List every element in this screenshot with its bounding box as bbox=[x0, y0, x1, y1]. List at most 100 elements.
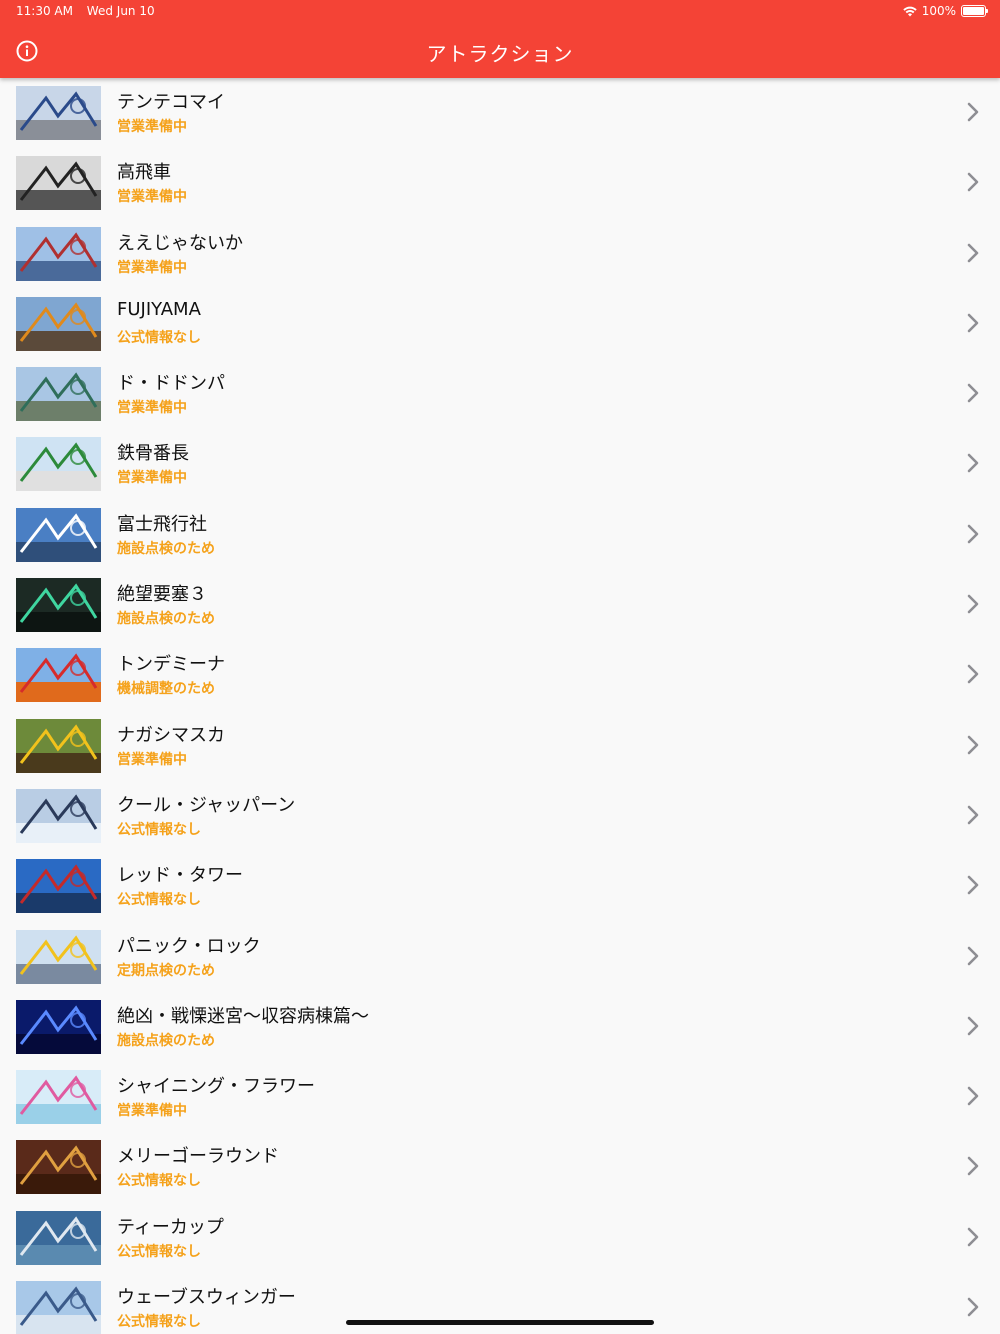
chevron-right-icon bbox=[966, 1015, 980, 1037]
chevron-right-icon bbox=[966, 523, 980, 545]
app-root: 11:30 AM Wed Jun 10 100% アトラクション テンテコマイ営… bbox=[0, 0, 1000, 1334]
attraction-name: トンデミーナ bbox=[117, 654, 225, 676]
chevron-right-icon bbox=[966, 945, 980, 967]
chevron-right-icon bbox=[966, 242, 980, 264]
attraction-thumbnail bbox=[16, 367, 101, 422]
attraction-name: ナガシマスカ bbox=[117, 724, 225, 746]
list-item[interactable]: レッド・タワー公式情報なし bbox=[0, 851, 1000, 921]
chevron-right-icon bbox=[966, 382, 980, 404]
list-item[interactable]: ええじゃないか営業準備中 bbox=[0, 219, 1000, 289]
list-item[interactable]: パニック・ロック定期点検のため bbox=[0, 922, 1000, 992]
list-item[interactable]: メリーゴーラウンド公式情報なし bbox=[0, 1132, 1000, 1202]
attraction-thumbnail bbox=[16, 507, 101, 562]
attraction-status: 定期点検のため bbox=[117, 962, 215, 979]
list-item[interactable]: FUJIYAMA 公式情報なし bbox=[0, 289, 1000, 359]
attraction-thumbnail bbox=[16, 788, 101, 843]
attraction-thumbnail bbox=[16, 718, 101, 773]
attraction-status: 公式情報なし bbox=[117, 892, 201, 909]
attraction-name: 富士飛行社 bbox=[117, 513, 207, 535]
chevron-right-icon bbox=[966, 804, 980, 826]
attraction-thumbnail bbox=[16, 1210, 101, 1265]
list-item[interactable]: 鉄骨番長 営業準備中 bbox=[0, 429, 1000, 499]
attraction-thumbnail bbox=[16, 859, 101, 914]
attraction-thumbnail bbox=[16, 1140, 101, 1195]
navigation-bar: 11:30 AM Wed Jun 10 100% アトラクション bbox=[0, 0, 1000, 78]
attraction-thumbnail bbox=[16, 86, 101, 140]
attraction-status: 公式情報なし bbox=[117, 329, 201, 346]
attraction-name: ウェーブスウィンガー bbox=[117, 1287, 296, 1309]
status-date: Wed Jun 10 bbox=[86, 4, 155, 18]
attraction-name: パニック・ロック bbox=[117, 935, 261, 957]
attraction-thumbnail bbox=[16, 226, 101, 281]
wifi-icon bbox=[902, 6, 917, 16]
battery-percent: 100% bbox=[921, 4, 956, 18]
attraction-thumbnail bbox=[16, 1281, 101, 1334]
attraction-name: ティーカップ bbox=[117, 1216, 224, 1238]
attraction-name: レッド・タワー bbox=[117, 865, 243, 887]
list-item[interactable]: シャイニング・フラワー営業準備中 bbox=[0, 1062, 1000, 1132]
attraction-status: 営業準備中 bbox=[117, 751, 187, 768]
list-item[interactable]: ナガシマスカ営業準備中 bbox=[0, 711, 1000, 781]
attraction-thumbnail bbox=[16, 296, 101, 351]
home-indicator bbox=[346, 1320, 654, 1325]
attraction-thumbnail bbox=[16, 929, 101, 984]
attraction-thumbnail bbox=[16, 999, 101, 1054]
list-item[interactable]: テンテコマイ営業準備中 bbox=[0, 78, 1000, 148]
attraction-status: 施設点検のため bbox=[117, 611, 215, 628]
attraction-list: テンテコマイ 営業準備中 高飛車 営業準備中 ええじゃないか 営業準備中 FUJIYAMA 公… bbox=[0, 78, 1000, 1334]
status-bar-left: 11:30 AM Wed Jun 10 bbox=[16, 4, 165, 18]
list-item[interactable]: 絶凶・戦慄迷宮〜収容病棟篇〜施設点検のため bbox=[0, 992, 1000, 1062]
chevron-right-icon bbox=[966, 312, 980, 334]
attraction-name: 鉄骨番長 bbox=[117, 443, 189, 465]
attraction-thumbnail bbox=[16, 578, 101, 633]
list-item[interactable]: ド・ドドンパ 営業準備中 bbox=[0, 359, 1000, 429]
attraction-name: 絶凶・戦慄迷宮〜収容病棟篇〜 bbox=[117, 1005, 369, 1027]
attraction-status: 営業準備中 bbox=[117, 470, 187, 487]
attraction-thumbnail bbox=[16, 437, 101, 492]
list-item[interactable]: 絶望要塞３ 施設点検のため bbox=[0, 570, 1000, 640]
attraction-status: 公式情報なし bbox=[117, 821, 201, 838]
chevron-right-icon bbox=[966, 734, 980, 756]
status-time: 11:30 AM bbox=[16, 4, 73, 18]
attraction-thumbnail bbox=[16, 1070, 101, 1125]
list-item[interactable]: 高飛車 営業準備中 bbox=[0, 148, 1000, 218]
attraction-name: 高飛車 bbox=[117, 162, 171, 184]
attraction-name: メリーゴーラウンド bbox=[117, 1146, 279, 1168]
chevron-right-icon bbox=[966, 101, 980, 123]
attraction-status: 機械調整のため bbox=[117, 681, 215, 698]
chevron-right-icon bbox=[966, 663, 980, 685]
attraction-status: 営業準備中 bbox=[117, 1103, 187, 1120]
chevron-right-icon bbox=[966, 1296, 980, 1318]
list-item[interactable]: トンデミーナ機械調整のため bbox=[0, 640, 1000, 710]
attraction-status: 営業準備中 bbox=[117, 400, 187, 417]
attraction-status: 公式情報なし bbox=[117, 1243, 201, 1260]
attraction-status: 営業準備中 bbox=[117, 119, 187, 135]
attraction-thumbnail bbox=[16, 648, 101, 703]
attraction-name: クール・ジャッパーン bbox=[117, 794, 296, 816]
attraction-name: テンテコマイ bbox=[117, 92, 225, 113]
list-item[interactable]: ティーカップ公式情報なし bbox=[0, 1203, 1000, 1273]
chevron-right-icon bbox=[966, 171, 980, 193]
status-bar-right: 100% bbox=[902, 4, 988, 18]
attraction-name: シャイニング・フラワー bbox=[117, 1076, 315, 1098]
attraction-status: 営業準備中 bbox=[117, 259, 187, 276]
attraction-name: FUJIYAMA bbox=[117, 298, 201, 320]
chevron-right-icon bbox=[966, 874, 980, 896]
chevron-right-icon bbox=[966, 452, 980, 474]
list-item[interactable]: クール・ジャッパーン公式情報なし bbox=[0, 781, 1000, 851]
chevron-right-icon bbox=[966, 1226, 980, 1248]
attraction-name: 絶望要塞３ bbox=[117, 584, 207, 606]
chevron-right-icon bbox=[966, 1155, 980, 1177]
attraction-status: 施設点検のため bbox=[117, 540, 215, 557]
attraction-thumbnail bbox=[16, 156, 101, 211]
attraction-status: 営業準備中 bbox=[117, 189, 187, 206]
attraction-status: 施設点検のため bbox=[117, 1032, 215, 1049]
battery-icon bbox=[961, 5, 988, 17]
page-title: アトラクション bbox=[426, 42, 574, 66]
attraction-status: 公式情報なし bbox=[117, 1173, 201, 1190]
attraction-status: 公式情報なし bbox=[117, 1314, 201, 1331]
list-item[interactable]: 富士飛行社施設点検のため bbox=[0, 500, 1000, 570]
attraction-name: ええじゃないか bbox=[117, 232, 243, 254]
chevron-right-icon bbox=[966, 1085, 980, 1107]
chevron-right-icon bbox=[966, 593, 980, 615]
